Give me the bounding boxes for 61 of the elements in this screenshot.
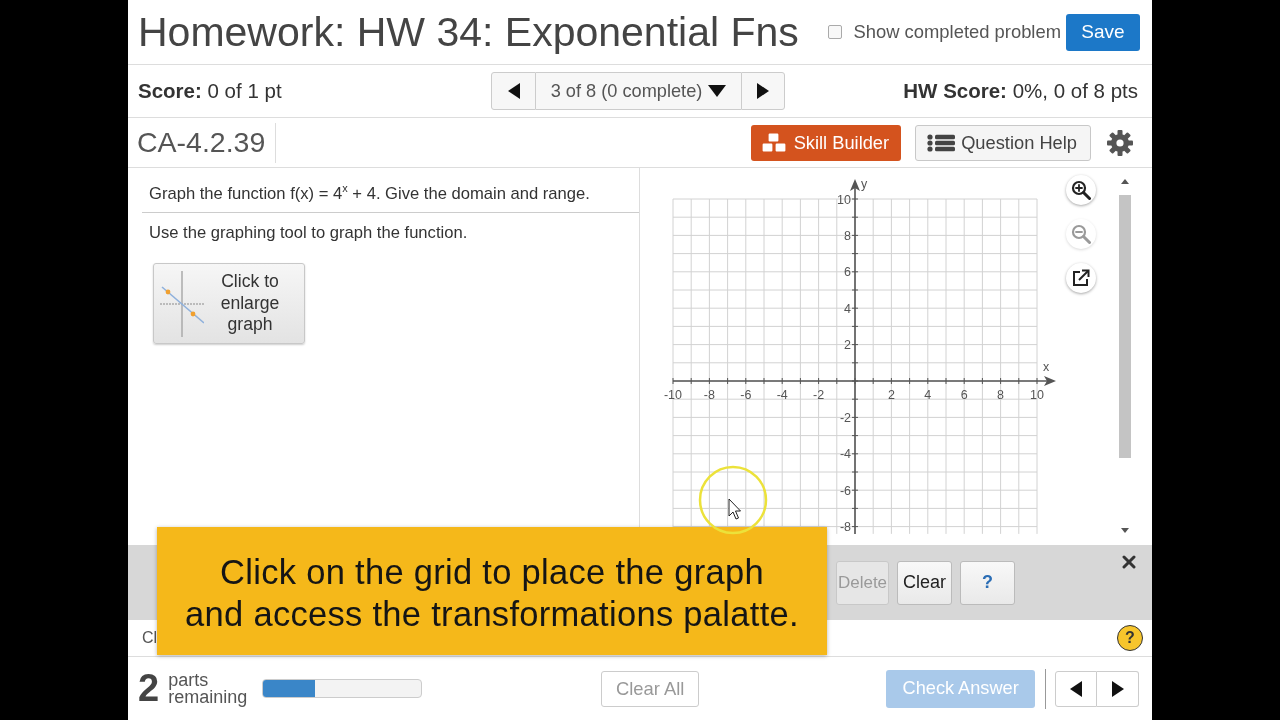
axis-tick-label: -2 xyxy=(813,388,825,402)
axis-tick-label: -4 xyxy=(776,388,788,402)
axis-tick-label: -6 xyxy=(740,388,752,402)
triangle-right-icon xyxy=(1111,680,1124,697)
axis-tick-label: -4 xyxy=(839,447,851,462)
next-button[interactable] xyxy=(741,72,785,110)
checkbox-label[interactable]: Show completed problem xyxy=(853,21,1061,43)
instruction-tooltip: Click on the grid to place the graph and access the transformations palatte. xyxy=(157,527,827,655)
help-button[interactable]: ? xyxy=(960,560,1015,605)
checkbox[interactable] xyxy=(828,25,843,39)
axis-tick-label: -2 xyxy=(839,410,851,425)
score-text: Score: 0 of 1 pt xyxy=(138,79,283,103)
external-link-icon xyxy=(1072,269,1090,287)
question-help-button[interactable]: Question Help xyxy=(915,124,1091,161)
instruction-text: Use the graphing tool to graph the function. xyxy=(149,223,469,242)
caret-icon xyxy=(708,85,727,97)
axis-tick-label: 6 xyxy=(844,265,851,280)
axis-tick-label: 4 xyxy=(844,301,851,316)
help-button[interactable]: ? xyxy=(1117,625,1143,651)
hw-score-text: HW Score: 0%, 0 of 8 pts xyxy=(903,79,1138,103)
axis-tick-label: 10 xyxy=(837,192,851,207)
enlarge-graph-button[interactable]: Click to enlarge graph xyxy=(153,263,305,344)
axis-tick-label: -6 xyxy=(839,483,851,498)
previous-button[interactable] xyxy=(491,72,536,110)
page-title: Homework: HW 34: Exponential Fns xyxy=(138,9,800,55)
skill-builder-button[interactable]: Skill Builder xyxy=(750,124,902,161)
axis-tick-label: 2 xyxy=(887,388,895,402)
axis-tick-label: 8 xyxy=(997,388,1005,402)
close-icon[interactable] xyxy=(1122,555,1136,569)
parts-label: parts remaining xyxy=(168,671,249,706)
axis-label: y xyxy=(860,177,868,191)
zoom-out-icon xyxy=(1071,224,1091,244)
axis-label: x xyxy=(1042,360,1050,374)
question-id: CA-4.2.39 xyxy=(137,126,266,159)
save-button[interactable]: Save xyxy=(1066,13,1140,51)
axis-tick-label: -8 xyxy=(703,388,715,402)
question-selector[interactable]: 3 of 8 (0 complete) xyxy=(536,72,741,110)
question-text: Graph the function f(x) = 4$^{x}$ + 4. Give the domain and range. xyxy=(142,184,639,213)
cursor-highlight-icon xyxy=(697,464,769,536)
next-button[interactable] xyxy=(1097,670,1140,707)
axis-tick-label: -8 xyxy=(839,520,851,535)
zoom-in-button[interactable] xyxy=(1066,175,1096,205)
hint-text: Cl xyxy=(142,629,158,647)
axis-tick-label: 8 xyxy=(844,228,851,243)
parts-count: 2 xyxy=(138,667,160,710)
axis-tick-label: 4 xyxy=(924,388,932,402)
list-icon xyxy=(927,133,956,152)
triangle-left-icon xyxy=(507,83,520,99)
line-graph-icon xyxy=(160,270,204,337)
axis-tick-label: 6 xyxy=(960,388,968,402)
axis-tick-label: 10 xyxy=(1030,388,1044,402)
zoom-in-icon xyxy=(1071,180,1091,200)
triangle-right-icon xyxy=(757,83,769,99)
settings-icon[interactable] xyxy=(1107,129,1133,156)
axis-tick-label: 2 xyxy=(844,338,851,353)
cubes-icon xyxy=(759,131,788,154)
popout-button[interactable] xyxy=(1066,263,1096,293)
tool-button[interactable]: Clear xyxy=(897,560,952,605)
axis-tick-label: -10 xyxy=(663,388,683,402)
triangle-left-icon xyxy=(1070,680,1083,697)
previous-button[interactable] xyxy=(1055,670,1098,707)
